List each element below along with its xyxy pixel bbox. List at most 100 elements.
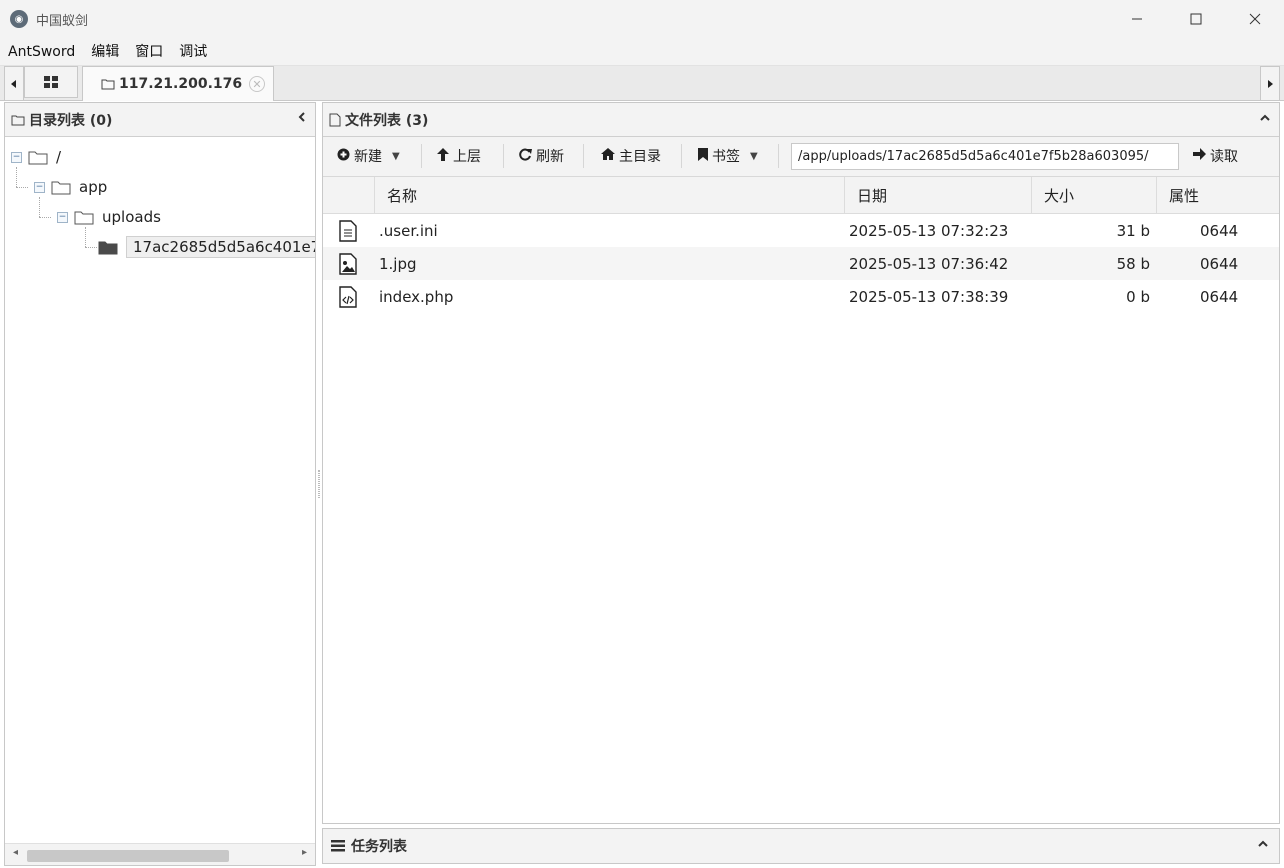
file-list-panel-title: 文件列表 (3) <box>345 112 429 129</box>
image-file-icon <box>339 247 357 280</box>
tab-scroll-right-button[interactable] <box>1260 66 1280 101</box>
menu-bar: AntSword 编辑 窗口 调试 <box>0 38 1284 66</box>
file-toolbar: 新建 ▼ 上层 刷新 主目录 书签 ▼ /app/uploads/17ac268… <box>323 137 1279 177</box>
directory-panel-title: 目录列表 (0) <box>29 112 113 129</box>
expand-up-icon[interactable] <box>1257 837 1269 853</box>
minimize-button[interactable] <box>1107 0 1166 38</box>
caret-down-icon: ▼ <box>392 150 400 162</box>
grid-icon <box>44 76 58 88</box>
tree-node-current-dir[interactable]: 17ac2685d5d5a6c401e7f5b28a603095 <box>98 235 315 259</box>
task-list-bar[interactable]: 任务列表 <box>322 828 1280 864</box>
title-bar: ◉ 中国蚁剑 <box>0 0 1284 38</box>
file-grid: 名称 日期 大小 属性 .user.ini 2025-05-13 07:32:2… <box>323 177 1279 313</box>
file-list-panel: 文件列表 (3) 新建 ▼ 上层 刷新 主目录 书签 ▼ /app/upload… <box>322 102 1280 824</box>
column-name-header[interactable]: 名称 <box>374 177 844 214</box>
close-button[interactable] <box>1225 0 1284 38</box>
column-icon-header <box>323 177 374 214</box>
tab-close-icon[interactable]: ✕ <box>249 76 265 92</box>
home-icon <box>601 148 615 164</box>
maximize-button[interactable] <box>1166 0 1225 38</box>
file-date: 2025-05-13 07:32:23 <box>849 221 1009 240</box>
task-list-title: 任务列表 <box>351 839 407 855</box>
new-button[interactable]: 新建 ▼ <box>337 137 400 175</box>
up-button-label: 上层 <box>453 149 481 165</box>
column-size-header[interactable]: 大小 <box>1031 177 1156 214</box>
arrow-right-icon <box>1193 148 1206 164</box>
read-button-label: 读取 <box>1210 149 1238 165</box>
window-controls <box>1107 0 1284 38</box>
file-attr: 0644 <box>1200 254 1239 273</box>
collapse-left-icon[interactable] <box>297 111 307 127</box>
caret-left-icon <box>11 79 16 88</box>
maximize-icon <box>1190 13 1201 25</box>
menu-window[interactable]: 窗口 <box>127 38 171 66</box>
folder-outline-icon <box>28 151 48 165</box>
window-title: 中国蚁剑 <box>36 13 89 29</box>
path-input[interactable] <box>791 143 1179 170</box>
tree-node-uploads[interactable]: − uploads <box>57 205 161 229</box>
scrollbar-thumb[interactable] <box>27 850 229 862</box>
tree-node-label: uploads <box>102 208 161 226</box>
file-grid-header: 名称 日期 大小 属性 <box>323 177 1279 214</box>
tab-bar: 117.21.200.176 ✕ <box>0 66 1284 101</box>
tree-node-label: / <box>56 148 62 166</box>
caret-down-icon: ▼ <box>750 150 758 162</box>
folder-outline-icon <box>74 211 94 225</box>
collapse-up-icon[interactable] <box>1259 111 1271 127</box>
bookmark-button-label: 书签 <box>712 149 740 165</box>
file-name: 1.jpg <box>379 254 417 273</box>
horizontal-scrollbar[interactable]: ◂ ▸ <box>5 843 315 865</box>
tree-node-label-selected: 17ac2685d5d5a6c401e7f5b28a603095 <box>126 236 315 258</box>
refresh-button-label: 刷新 <box>536 149 564 165</box>
file-attr: 0644 <box>1200 221 1239 240</box>
menu-debug[interactable]: 调试 <box>171 38 215 66</box>
plus-circle-icon <box>337 148 350 165</box>
home-button[interactable]: 主目录 <box>601 137 661 175</box>
file-size: 58 b <box>1116 254 1150 273</box>
directory-tree: − / − app − uploads 17ac2685d5d5a6c401e7… <box>5 137 315 845</box>
tree-toggle-icon[interactable]: − <box>34 181 45 193</box>
tree-toggle-icon[interactable]: − <box>57 211 68 223</box>
tree-node-app[interactable]: − app <box>34 175 107 199</box>
up-button[interactable]: 上层 <box>437 137 481 175</box>
file-size: 0 b <box>1126 287 1150 306</box>
file-list-panel-header: 文件列表 (3) <box>323 103 1279 137</box>
bookmark-icon <box>698 147 708 165</box>
refresh-button[interactable]: 刷新 <box>519 137 564 175</box>
table-row[interactable]: index.php 2025-05-13 07:38:39 0 b 0644 <box>323 280 1279 313</box>
file-date: 2025-05-13 07:36:42 <box>849 254 1009 273</box>
file-attr: 0644 <box>1200 287 1239 306</box>
app-logo-icon: ◉ <box>10 10 28 28</box>
column-attr-header[interactable]: 属性 <box>1156 177 1279 214</box>
tree-node-root[interactable]: − / <box>11 145 61 169</box>
tab-shell-label: 117.21.200.176 <box>119 76 243 92</box>
directory-panel: 目录列表 (0) − / − app − uploads 17ac2685d5d <box>4 102 316 866</box>
file-outline-icon <box>329 113 341 126</box>
arrow-up-icon <box>437 147 449 165</box>
bookmark-button[interactable]: 书签 ▼ <box>698 137 758 175</box>
tree-toggle-icon[interactable]: − <box>11 151 22 163</box>
tree-node-label: app <box>79 178 108 196</box>
read-button[interactable]: 读取 <box>1193 137 1238 175</box>
folder-filled-icon <box>98 241 118 255</box>
file-name: index.php <box>379 287 454 306</box>
minimize-icon <box>1131 18 1142 20</box>
new-button-label: 新建 <box>354 149 382 165</box>
menu-edit[interactable]: 编辑 <box>83 38 127 66</box>
file-name: .user.ini <box>379 221 438 240</box>
tab-home[interactable] <box>24 66 78 98</box>
list-icon <box>331 840 345 852</box>
caret-right-icon <box>1268 79 1273 88</box>
tab-scroll-left-button[interactable] <box>4 66 24 101</box>
refresh-icon <box>519 148 532 165</box>
scroll-right-icon[interactable]: ▸ <box>302 847 307 858</box>
scroll-left-icon[interactable]: ◂ <box>13 847 18 858</box>
menu-antsword[interactable]: AntSword <box>0 38 83 66</box>
directory-panel-header: 目录列表 (0) <box>5 103 315 137</box>
table-row[interactable]: .user.ini 2025-05-13 07:32:23 31 b 0644 <box>323 214 1279 247</box>
folder-outline-icon <box>11 115 25 125</box>
table-row[interactable]: 1.jpg 2025-05-13 07:36:42 58 b 0644 <box>323 247 1279 280</box>
tab-shell[interactable]: 117.21.200.176 ✕ <box>82 66 274 101</box>
column-date-header[interactable]: 日期 <box>844 177 1031 214</box>
home-button-label: 主目录 <box>619 149 661 165</box>
